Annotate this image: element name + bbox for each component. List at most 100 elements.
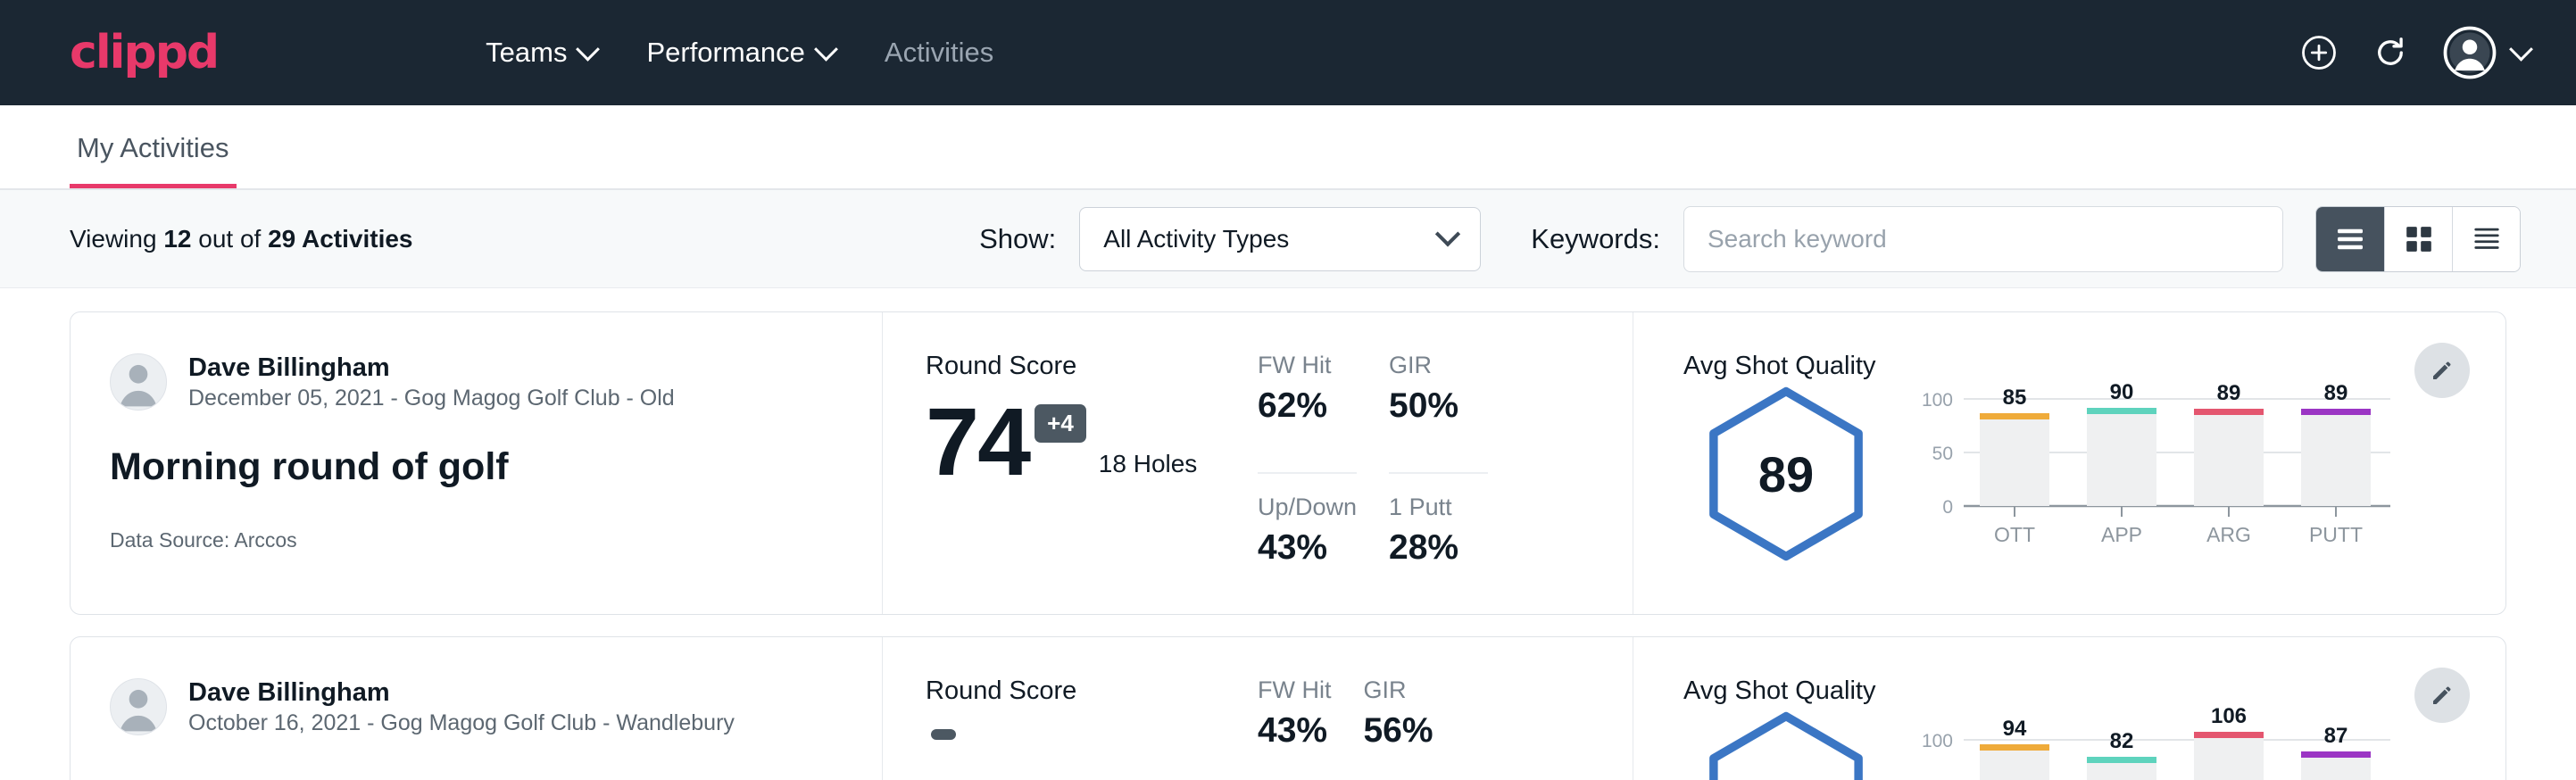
nav-item-teams[interactable]: Teams (461, 37, 621, 69)
author-text-block: Dave Billingham December 05, 2021 - Gog … (188, 352, 675, 413)
compact-view-button[interactable] (2452, 207, 2520, 271)
refresh-button[interactable] (2372, 34, 2409, 71)
activity-author: Dave Billingham October 16, 2021 - Gog M… (110, 676, 839, 738)
score-to-par-badge (931, 729, 956, 740)
activity-title: Morning round of golf (110, 445, 839, 489)
add-activity-button[interactable] (2300, 34, 2338, 71)
author-name: Dave Billingham (188, 676, 735, 709)
svg-text:94: 94 (2003, 717, 2027, 741)
nav-item-teams-label: Teams (486, 37, 567, 69)
stat-label: GIR (1363, 676, 1436, 704)
chevron-down-icon (577, 37, 601, 61)
clippd-logo[interactable]: clippd (70, 26, 218, 79)
svg-text:87: 87 (2324, 724, 2348, 748)
shot-quality-chart: 100 50 0 85 90 89 (1889, 381, 2505, 573)
filter-toolbar: Viewing 12 out of 29 Activities Show: Al… (0, 190, 2576, 288)
avg-shot-quality-column: Avg Shot Quality 89 100 (1633, 312, 2505, 614)
refresh-icon (2372, 34, 2409, 71)
author-text-block: Dave Billingham October 16, 2021 - Gog M… (188, 676, 735, 738)
nav-item-performance-label: Performance (646, 37, 804, 69)
stats-grid: FW Hit 62% GIR 50% Up/Down 43% 1 Putt 28… (1258, 352, 1488, 614)
hexagon-icon (1701, 709, 1871, 780)
activity-author: Dave Billingham December 05, 2021 - Gog … (110, 352, 839, 413)
edit-activity-button[interactable] (2414, 668, 2470, 723)
svg-text:82: 82 (2110, 729, 2134, 753)
nav-item-activities[interactable]: Activities (860, 37, 1018, 69)
main-nav: Teams Performance Activities (461, 37, 1018, 69)
quality-hexagon (1683, 709, 1889, 780)
score-to-par-badge: +4 (1035, 404, 1086, 443)
round-score-value-row: 74 +4 18 Holes (926, 399, 1249, 484)
search-input-wrapper[interactable] (1683, 206, 2283, 272)
quality-score-value: 89 (1758, 445, 1814, 503)
svg-text:85: 85 (2003, 386, 2027, 410)
stat-one-putt: 1 Putt 28% (1389, 474, 1488, 614)
grid-view-button[interactable] (2384, 207, 2452, 271)
compact-view-icon (2472, 226, 2502, 253)
tab-my-activities[interactable]: My Activities (70, 132, 237, 188)
round-score-label: Round Score (926, 676, 1249, 706)
grid-view-icon (2405, 225, 2433, 253)
activity-type-select[interactable]: All Activity Types (1079, 207, 1481, 271)
list-view-button[interactable] (2316, 207, 2384, 271)
stat-gir: GIR 50% (1389, 352, 1488, 474)
stat-fw-hit: FW Hit 62% (1258, 352, 1357, 474)
activity-card[interactable]: Dave Billingham December 05, 2021 - Gog … (70, 311, 2506, 615)
stat-value: 43% (1258, 711, 1331, 751)
stat-up-down: Up/Down 43% (1258, 474, 1357, 614)
stat-label: Up/Down (1258, 494, 1357, 521)
viewing-prefix: Viewing (70, 225, 163, 253)
activity-info-column: Dave Billingham October 16, 2021 - Gog M… (71, 637, 883, 780)
round-score-column: Round Score 74 +4 18 Holes (883, 312, 1249, 614)
list-view-icon (2335, 227, 2365, 252)
view-toggle-group (2315, 206, 2521, 272)
account-menu-button[interactable] (2443, 26, 2530, 79)
activity-type-select-value: All Activity Types (1103, 225, 1439, 253)
activity-meta: October 16, 2021 - Gog Magog Golf Club -… (188, 709, 735, 738)
svg-text:106: 106 (2211, 706, 2247, 728)
person-avatar-icon (111, 353, 166, 410)
activity-card[interactable]: Dave Billingham October 16, 2021 - Gog M… (70, 636, 2506, 780)
svg-text:0: 0 (1942, 497, 1953, 518)
stat-gir: GIR 56% (1363, 676, 1436, 780)
person-avatar-icon (111, 678, 166, 734)
round-score-column: Round Score (883, 637, 1249, 780)
stat-value: 56% (1363, 711, 1436, 751)
svg-text:ARG: ARG (2206, 523, 2251, 546)
stat-value: 50% (1389, 386, 1488, 426)
quality-hexagon: 89 (1683, 385, 1889, 563)
stats-grid: FW Hit 43% GIR 56% (1258, 676, 1437, 780)
viewing-count: 12 (163, 225, 191, 253)
chevron-down-icon (814, 37, 838, 61)
svg-text:APP: APP (2101, 523, 2142, 546)
search-input[interactable] (1708, 225, 2259, 253)
top-actions (2300, 26, 2530, 79)
svg-text:100: 100 (1922, 731, 1953, 751)
svg-text:50: 50 (1932, 444, 1953, 464)
author-name: Dave Billingham (188, 352, 675, 384)
nav-item-performance[interactable]: Performance (621, 37, 859, 69)
keywords-label: Keywords: (1531, 223, 1660, 255)
svg-text:90: 90 (2110, 381, 2134, 404)
holes-played: 18 Holes (1099, 450, 1198, 484)
activity-meta: December 05, 2021 - Gog Magog Golf Club … (188, 384, 675, 413)
nav-item-activities-label: Activities (885, 37, 993, 69)
round-score-value: 74 (926, 399, 1029, 484)
stat-value: 62% (1258, 386, 1357, 426)
show-label: Show: (979, 223, 1056, 255)
edit-activity-button[interactable] (2414, 343, 2470, 398)
top-navigation-bar: clippd Teams Performance Activities (0, 0, 2576, 105)
activity-info-column: Dave Billingham December 05, 2021 - Gog … (71, 312, 883, 614)
chevron-down-icon (2509, 37, 2533, 61)
stat-label: GIR (1389, 352, 1488, 379)
avatar (110, 678, 167, 735)
account-avatar-icon (2443, 26, 2497, 79)
viewing-suffix: Activities (295, 225, 412, 253)
stat-fw-hit: FW Hit 43% (1258, 676, 1331, 780)
pencil-icon (2429, 682, 2456, 709)
shot-quality-bar-chart: 100 50 0 85 90 89 (1901, 381, 2401, 568)
plus-circle-icon (2300, 34, 2338, 71)
viewing-count-text: Viewing 12 out of 29 Activities (70, 225, 413, 253)
activity-list: Dave Billingham December 05, 2021 - Gog … (0, 288, 2576, 780)
svg-text:100: 100 (1922, 390, 1953, 411)
